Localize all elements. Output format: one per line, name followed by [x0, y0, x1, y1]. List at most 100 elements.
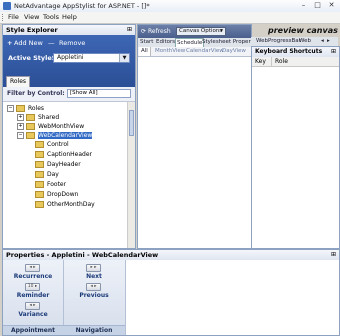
preview-tabs-overflow: WebProgressBar Web ◂ ▸ [251, 37, 338, 46]
preview-toolbar: ⟳ Refresh Canvas Options ▾ [138, 25, 251, 38]
menu-file[interactable]: File [8, 12, 19, 23]
reminder-button[interactable]: Reminder [3, 292, 63, 300]
folder-icon [35, 181, 44, 188]
next-icon[interactable]: ▸ ▸ [86, 264, 101, 272]
pin-icon[interactable]: ⊞ [331, 250, 336, 260]
folder-icon [35, 141, 44, 148]
properties-title: Properties - Appletini - WebCalendarView [3, 250, 339, 260]
remove-button[interactable]: Remove [59, 38, 85, 48]
collapse-icon[interactable]: − [17, 132, 24, 139]
add-new-button[interactable]: Add New [14, 38, 43, 48]
tab-webprogressbar[interactable]: WebProgressBar [256, 37, 301, 46]
scrollbar-thumb[interactable] [129, 110, 134, 136]
refresh-icon[interactable]: ⟳ [141, 26, 146, 37]
column-header-role[interactable]: Role [272, 57, 339, 66]
tree-item-label: WebCalendarView [38, 132, 93, 139]
preview-canvas-panel: ⟳ Refresh Canvas Options ▾ Start Editors… [137, 24, 261, 249]
collapse-icon[interactable]: − [7, 105, 14, 112]
keyboard-shortcuts-panel: Keyboard Shortcuts ⊞ Key Role [251, 46, 340, 249]
tree-item-webcalendarview[interactable]: − WebCalendarView [17, 131, 93, 140]
recurrence-button[interactable]: Recurrence [3, 273, 63, 281]
active-styleset-value: Appletini [57, 54, 84, 61]
tree-item-captionheader[interactable]: CaptionHeader [35, 150, 92, 159]
tree-item-shared[interactable]: + Shared [17, 113, 59, 122]
chevron-down-icon: ▾ [220, 28, 223, 34]
group-label-navigation: Navigation [63, 325, 125, 335]
tree-item-label: Day [47, 171, 59, 178]
preview-canvas-title: preview canvas [268, 26, 338, 35]
folder-icon [26, 114, 35, 121]
minimize-button[interactable]: – [297, 1, 310, 10]
tree-item-label: DayHeader [47, 161, 81, 168]
menu-view[interactable]: View [24, 12, 39, 23]
tree-item-webmonthview[interactable]: + WebMonthView [17, 122, 84, 131]
tree-item-control[interactable]: Control [35, 140, 69, 149]
tree-item-label: CaptionHeader [47, 151, 93, 158]
folder-icon [16, 105, 25, 112]
tree-item-label: WebMonthView [38, 123, 85, 130]
subtab-monthview[interactable]: MonthView [155, 47, 185, 56]
menu-bar: File View Tools Help [0, 12, 340, 24]
column-header-key[interactable]: Key [252, 57, 272, 66]
tree-item-label: Roles [28, 105, 45, 112]
keyboard-shortcuts-header: Key Role [252, 57, 339, 67]
expand-icon[interactable]: + [17, 114, 24, 121]
maximize-button[interactable]: □ [311, 1, 324, 10]
filter-by-control-label: Filter by Control: [7, 90, 65, 97]
app-icon [3, 2, 11, 10]
tab-editors[interactable]: Editors [156, 38, 175, 47]
add-icon: + [7, 39, 13, 47]
window-title: NetAdvantage AppStylist for ASP.NET - []… [14, 2, 150, 10]
tab-web[interactable]: Web [299, 37, 311, 46]
previous-icon[interactable]: ◂ ▸ [86, 283, 101, 291]
folder-icon [26, 132, 35, 139]
folder-icon [35, 161, 44, 168]
subtab-calendarview[interactable]: CalendarView [186, 47, 224, 56]
style-explorer-toolbar: + Add New — Remove Active StyleSet: Appl… [3, 35, 135, 87]
style-explorer-title: Style Explorer [3, 25, 135, 35]
tree-scrollbar[interactable] [127, 102, 135, 248]
pin-icon[interactable]: ⊞ [127, 25, 132, 35]
variance-button[interactable]: Variance [3, 311, 63, 319]
menu-help[interactable]: Help [62, 12, 77, 23]
active-styleset-select[interactable]: Appletini ▼ [53, 53, 130, 63]
keyboard-shortcuts-title: Keyboard Shortcuts [252, 47, 339, 57]
subtab-all[interactable]: All [139, 47, 151, 56]
group-appointment: ◂ ▸ Recurrence 10 ▸ Reminder ◂ ▸ Varianc… [3, 260, 64, 335]
folder-icon [26, 123, 35, 130]
tree-item-footer[interactable]: Footer [35, 180, 66, 189]
preview-tabs: Start Editors Schedule Stylesheet Proper… [138, 38, 261, 48]
tree-item-label: OtherMonthDay [47, 201, 95, 208]
tree-item-day[interactable]: Day [35, 170, 59, 179]
folder-icon [35, 201, 44, 208]
previous-button[interactable]: Previous [63, 292, 125, 300]
next-button[interactable]: Next [63, 273, 125, 281]
tab-roles[interactable]: Roles [6, 76, 30, 87]
recurrence-icon[interactable]: ◂ ▸ [25, 264, 40, 272]
subtab-dayview[interactable]: DayView [222, 47, 246, 56]
canvas-options-label: Canvas Options [179, 28, 223, 34]
tree-item-dropdown[interactable]: DropDown [35, 190, 78, 199]
tree-item-dayheader[interactable]: DayHeader [35, 160, 81, 169]
tree-item-othermonthday[interactable]: OtherMonthDay [35, 200, 95, 209]
style-explorer-panel: Style Explorer ⊞ + Add New — Remove Acti… [2, 24, 136, 249]
chevron-down-icon[interactable]: ▼ [119, 54, 129, 62]
refresh-button[interactable]: Refresh [148, 26, 171, 37]
tab-start[interactable]: Start [140, 38, 153, 47]
filter-by-control-select[interactable]: [Show All] [67, 89, 131, 98]
menu-tools[interactable]: Tools [43, 12, 59, 23]
tab-scroll-left-icon[interactable]: ◂ [321, 37, 324, 46]
folder-icon [35, 191, 44, 198]
canvas-options-dropdown[interactable]: Canvas Options ▾ [176, 27, 226, 36]
tab-scroll-right-icon[interactable]: ▸ [327, 37, 330, 46]
tree-item-label: Shared [38, 114, 60, 121]
pin-icon[interactable]: ⊞ [331, 47, 336, 57]
schedule-subtabs: All MonthView CalendarView DayView [138, 47, 251, 57]
variance-icon[interactable]: ◂ ▸ [25, 302, 40, 310]
reminder-icon[interactable]: 10 ▸ [25, 283, 40, 291]
close-button[interactable]: ✕ [325, 1, 338, 10]
tree-item-label: Control [47, 141, 69, 148]
properties-ribbon: ◂ ▸ Recurrence 10 ▸ Reminder ◂ ▸ Varianc… [3, 260, 126, 335]
expand-icon[interactable]: + [17, 123, 24, 130]
tree-item-roles[interactable]: − Roles [7, 104, 44, 113]
